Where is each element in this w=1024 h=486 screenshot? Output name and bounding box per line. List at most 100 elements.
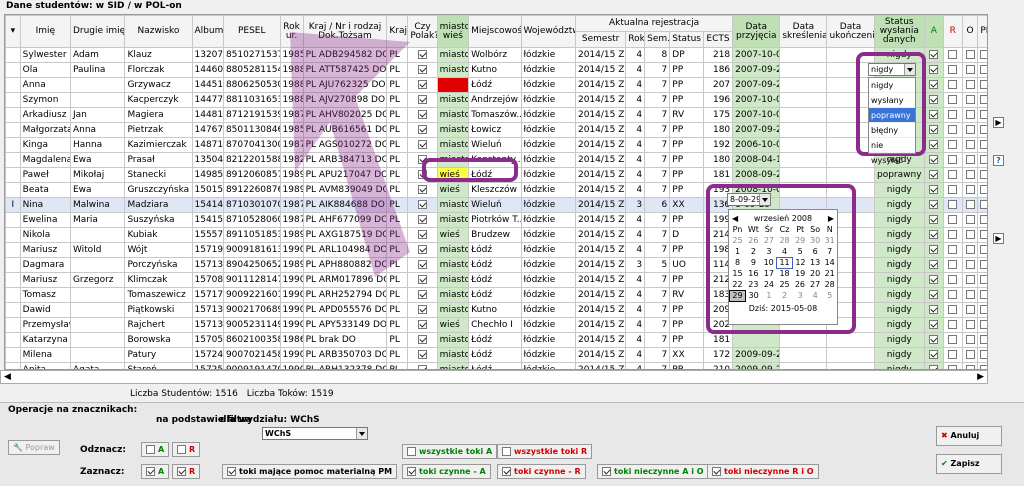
o-checkbox[interactable]	[961, 362, 979, 369]
status-combo[interactable]: nigdy	[868, 63, 916, 76]
pm-checkbox[interactable]	[977, 227, 987, 243]
checkbox[interactable]	[948, 80, 958, 89]
o-checkbox[interactable]	[961, 212, 979, 228]
checkbox[interactable]	[418, 185, 427, 194]
checkbox[interactable]	[929, 260, 939, 269]
calendar-day[interactable]: 27	[808, 279, 823, 290]
nieczynne-ro-checkbox[interactable]	[712, 467, 721, 476]
checkbox[interactable]	[965, 350, 975, 359]
checkbox[interactable]	[929, 140, 939, 149]
calendar-day[interactable]: 7	[822, 246, 837, 257]
calendar-day[interactable]: 4	[777, 246, 793, 257]
grid-hscroll[interactable]: ◀ ▶	[0, 370, 988, 384]
side-arrow-icon[interactable]: ▶	[993, 117, 1004, 128]
r-checkbox[interactable]	[942, 227, 963, 243]
o-checkbox[interactable]	[961, 107, 979, 123]
a-checkbox[interactable]	[923, 332, 944, 348]
pm-checkbox[interactable]	[977, 212, 987, 228]
checkbox[interactable]	[418, 245, 427, 254]
calendar-day[interactable]: 27	[761, 235, 776, 246]
checkbox[interactable]	[980, 260, 987, 269]
nieczynne-ro-button[interactable]: toki nieczynne R i O	[707, 464, 819, 479]
calendar-day[interactable]: 21	[822, 268, 837, 279]
checkbox[interactable]	[965, 200, 975, 209]
r-checkbox[interactable]	[942, 122, 963, 138]
checkbox[interactable]	[980, 170, 987, 179]
r-checkbox[interactable]	[942, 257, 963, 273]
hdr-pm[interactable]: PM	[977, 15, 987, 48]
checkbox[interactable]	[418, 95, 427, 104]
pm-checkbox[interactable]	[977, 347, 987, 363]
checkbox[interactable]	[418, 65, 427, 74]
checkbox[interactable]	[965, 50, 975, 59]
checkbox[interactable]	[929, 305, 939, 314]
checkbox[interactable]	[418, 290, 427, 299]
hdr-semestr[interactable]: Semestr	[574, 31, 627, 48]
checkbox[interactable]	[980, 215, 987, 224]
checkbox[interactable]	[929, 80, 939, 89]
checkbox[interactable]	[929, 125, 939, 134]
czynne-a-button[interactable]: toki czynne - A	[402, 464, 491, 479]
calendar-day[interactable]: 29	[793, 235, 808, 246]
r-checkbox[interactable]	[942, 92, 963, 108]
calendar-popup[interactable]: ◀ wrzesień 2008 ▶ Pn Wt Śr Cz Pt So N 25 26 27 28 29 3…	[728, 209, 838, 325]
calendar-day[interactable]: 10	[761, 257, 776, 268]
hdr-miasto[interactable]: miasto wieś	[436, 15, 470, 48]
checkbox[interactable]	[965, 185, 975, 194]
a-checkbox[interactable]	[923, 257, 944, 273]
scroll-left-icon[interactable]: ◀	[4, 372, 11, 382]
toki-pm-checkbox[interactable]	[227, 467, 236, 476]
table-row[interactable]: SzymonKacperczyk144777881103165361988PL …	[5, 92, 987, 108]
o-checkbox[interactable]	[961, 77, 979, 93]
row-menu-icon[interactable]: ▾	[5, 15, 21, 48]
o-checkbox[interactable]	[961, 167, 979, 183]
o-checkbox[interactable]	[961, 347, 979, 363]
a-checkbox[interactable]	[923, 92, 944, 108]
status-option[interactable]: wysłany	[869, 93, 915, 108]
checkbox[interactable]	[418, 275, 427, 284]
o-checkbox[interactable]	[961, 317, 979, 333]
o-checkbox[interactable]	[961, 257, 979, 273]
zaznacz-a-button[interactable]: A	[141, 464, 170, 479]
r-checkbox[interactable]	[942, 212, 963, 228]
r-checkbox[interactable]	[942, 272, 963, 288]
zapisz-button[interactable]: ✔ Zapisz	[936, 454, 1002, 474]
anuluj-button[interactable]: ✖ Anuluj	[936, 426, 1002, 446]
status-option[interactable]: poprawny	[869, 108, 915, 123]
table-row[interactable]: AnitaAgataStaroń157254900919147021990PL …	[5, 362, 987, 369]
checkbox[interactable]	[980, 65, 987, 74]
checkbox[interactable]	[948, 350, 958, 359]
o-checkbox[interactable]	[961, 242, 979, 258]
calendar-day[interactable]: 19	[793, 268, 808, 279]
pm-checkbox[interactable]	[977, 242, 987, 258]
o-checkbox[interactable]	[961, 227, 979, 243]
polak-checkbox[interactable]	[407, 332, 438, 348]
a-checkbox[interactable]	[923, 302, 944, 318]
checkbox[interactable]	[948, 110, 958, 119]
hdr-pesel[interactable]: PESEL	[222, 15, 281, 48]
calendar-day[interactable]: 30	[745, 290, 761, 301]
checkbox[interactable]	[929, 170, 939, 179]
pm-checkbox[interactable]	[977, 47, 987, 63]
checkbox[interactable]	[948, 335, 958, 344]
checkbox[interactable]	[980, 200, 987, 209]
checkbox[interactable]	[929, 155, 939, 164]
dept-select-chevron-down-icon[interactable]	[356, 428, 367, 439]
checkbox[interactable]	[948, 230, 958, 239]
r-checkbox[interactable]	[942, 317, 963, 333]
checkbox[interactable]	[418, 350, 427, 359]
checkbox[interactable]	[948, 245, 958, 254]
checkbox[interactable]	[418, 110, 427, 119]
scroll-right-icon[interactable]: ▶	[977, 372, 984, 382]
checkbox[interactable]	[980, 125, 987, 134]
calendar-day[interactable]: 17	[761, 268, 776, 279]
status-combo-chevron-down-icon[interactable]	[904, 64, 915, 75]
checkbox[interactable]	[948, 125, 958, 134]
hdr-o[interactable]: O	[961, 15, 979, 48]
wszystkie-r-checkbox[interactable]	[502, 447, 511, 456]
calendar-day[interactable]: 26	[745, 235, 761, 246]
r-checkbox[interactable]	[942, 242, 963, 258]
r-checkbox[interactable]	[942, 107, 963, 123]
hdr-album[interactable]: Album	[191, 15, 224, 48]
checkbox[interactable]	[980, 50, 987, 59]
